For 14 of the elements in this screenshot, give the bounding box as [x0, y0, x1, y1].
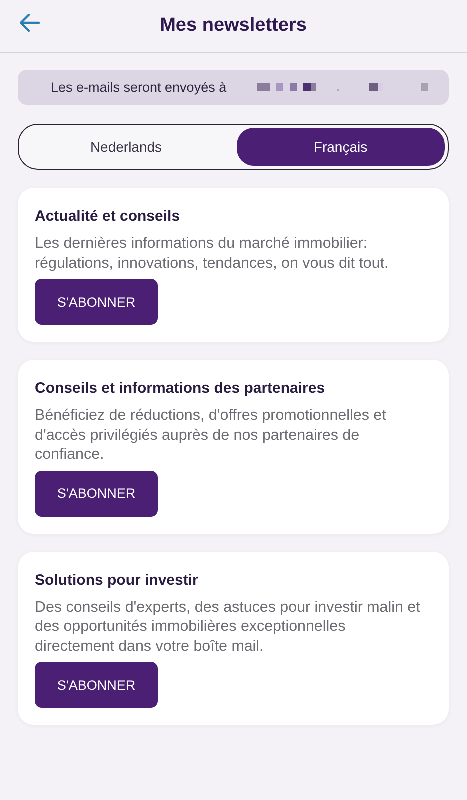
newsletter-description: Les dernières informations du marché immobilier: régulations, innovations, tendances, on vous dit tout.: [35, 234, 390, 273]
page-title: Mes newsletters: [160, 15, 307, 37]
subscribe-button[interactable]: S'ABONNER: [35, 662, 158, 708]
newsletter-description: Des conseils d'experts, des astuces pour investir malin et des opportunités immobilières exceptionnelles directement dans votre boîte mail.: [35, 598, 422, 656]
newsletter-title: Conseils et informations des partenaires: [35, 380, 326, 397]
subscribe-button[interactable]: S'ABONNER: [35, 470, 158, 516]
language-tab[interactable]: Nederlands: [22, 128, 230, 166]
subscribe-button[interactable]: S'ABONNER: [35, 279, 158, 325]
email-notice-text: Les e-mails seront envoyés à: [51, 80, 227, 95]
newsletter-title: Actualité et conseils: [35, 208, 182, 225]
newsletter-description: Bénéficiez de réductions, d'offres promotionnelles et d'accès privilégiés auprès de nos partenaires de confiance.: [35, 406, 388, 464]
newsletter-title: Solutions pour investir: [35, 572, 200, 588]
back-arrow-icon[interactable]: [20, 14, 40, 32]
language-tab[interactable]: Français: [236, 128, 445, 166]
